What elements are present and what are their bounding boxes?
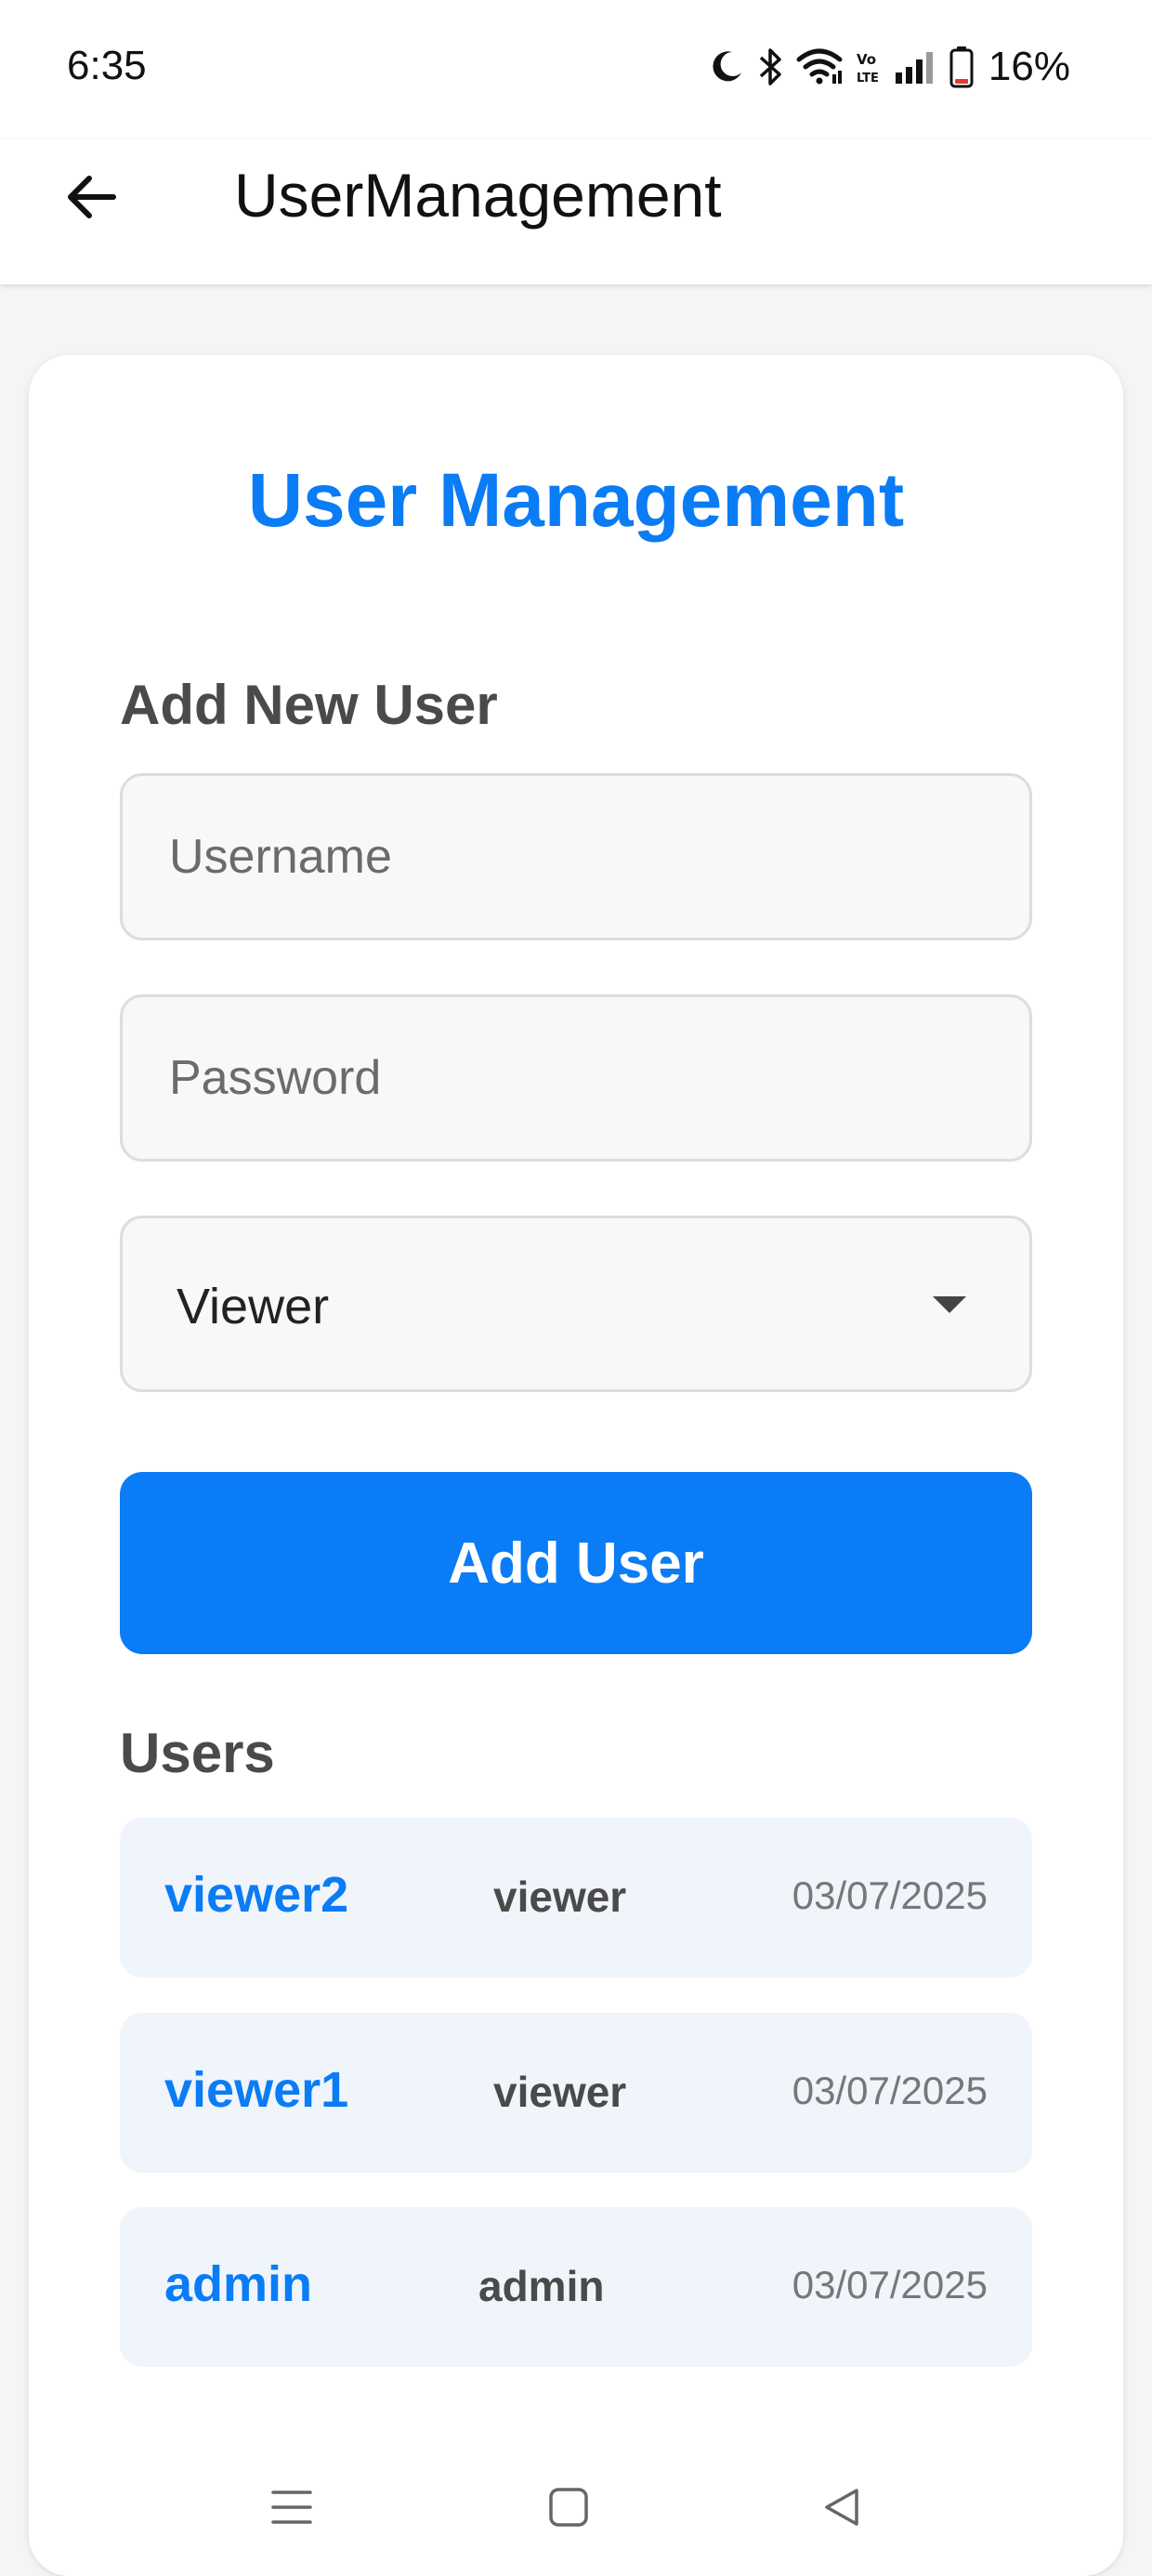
moon-icon [708, 48, 745, 85]
username-field-container [120, 773, 1032, 940]
menu-icon [269, 2487, 314, 2532]
system-nav-bar [0, 2435, 1152, 2576]
user-role: viewer [493, 1873, 627, 1921]
back-triangle-icon [819, 2485, 864, 2534]
user-name: viewer1 [164, 2062, 349, 2118]
svg-text:LTE: LTE [857, 72, 879, 85]
user-row[interactable]: viewer1 viewer 03/07/2025 [120, 2013, 1032, 2173]
username-input[interactable] [123, 776, 1029, 938]
user-name: viewer2 [164, 1867, 349, 1923]
user-date: 03/07/2025 [792, 2069, 988, 2112]
battery-percent: 16% [988, 44, 1070, 89]
add-new-user-heading: Add New User [120, 674, 498, 736]
status-icons: Vo LTE 16% [708, 41, 1070, 93]
role-select[interactable]: Viewer [120, 1216, 1032, 1392]
app-bar-title: UserManagement [234, 161, 722, 230]
user-row[interactable]: viewer2 viewer 03/07/2025 [120, 1818, 1032, 1978]
signal-icon [894, 48, 938, 85]
svg-text:Vo: Vo [857, 51, 876, 68]
home-square-icon [546, 2485, 591, 2534]
status-time: 6:35 [67, 43, 147, 88]
back-nav-button[interactable] [808, 2476, 875, 2543]
password-field-container [120, 994, 1032, 1162]
user-date: 03/07/2025 [792, 1873, 988, 1917]
password-input[interactable] [123, 997, 1029, 1159]
volte-icon: Vo LTE [855, 48, 883, 85]
back-button[interactable] [52, 160, 130, 238]
home-button[interactable] [535, 2476, 602, 2543]
caret-down-icon [933, 1296, 966, 1313]
wifi-icon [795, 48, 844, 85]
battery-icon [949, 46, 974, 88]
user-role: viewer [493, 2068, 627, 2116]
bluetooth-icon [756, 46, 784, 87]
user-role: admin [478, 2262, 605, 2310]
user-date: 03/07/2025 [792, 2263, 988, 2307]
page-title: User Management [247, 458, 905, 543]
user-management-card: User Management Add New User Viewer Add … [29, 355, 1123, 2576]
add-user-button[interactable]: Add User [120, 1472, 1032, 1654]
recent-apps-button[interactable] [258, 2476, 325, 2543]
users-heading: Users [120, 1722, 275, 1784]
user-row[interactable]: admin admin 03/07/2025 [120, 2207, 1032, 2367]
status-bar: 6:35 Vo LTE 16% [0, 0, 1152, 139]
user-name: admin [164, 2256, 313, 2312]
app-bar: UserManagement [0, 139, 1152, 284]
arrow-left-icon [61, 167, 121, 231]
role-select-value: Viewer [177, 1279, 330, 1334]
